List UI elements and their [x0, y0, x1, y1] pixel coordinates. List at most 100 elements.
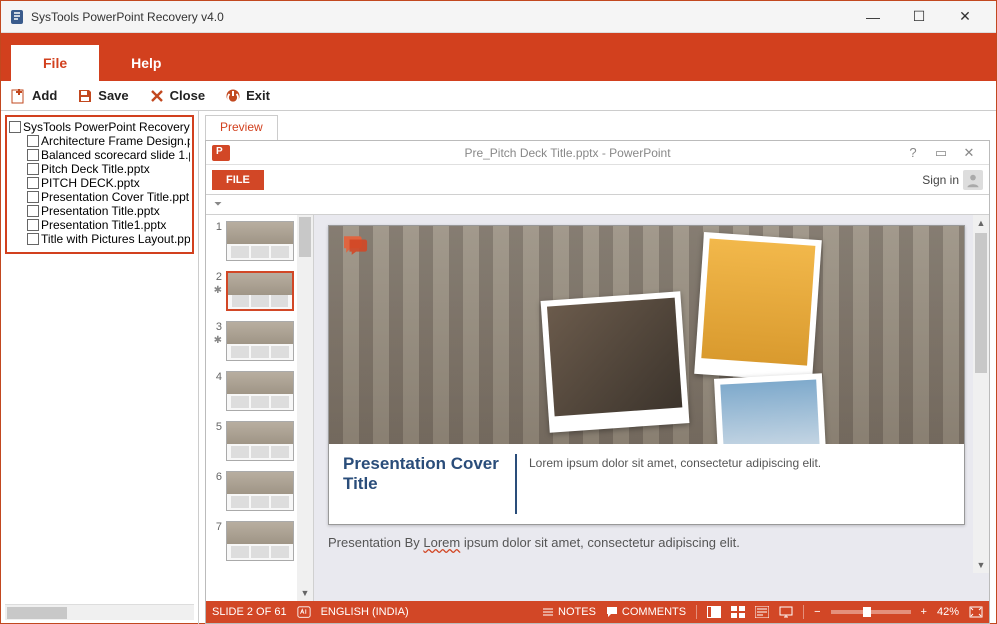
- comment-bubble-icon: [341, 234, 369, 256]
- app-icon: [9, 9, 25, 25]
- close-icon: [149, 88, 165, 104]
- menu-file[interactable]: File: [11, 45, 99, 81]
- pp-status-bar: SLIDE 2 OF 61 ENGLISH (INDIA) NOTES COMM…: [206, 601, 989, 623]
- fit-to-window-icon[interactable]: [969, 606, 983, 618]
- thumbnail-row[interactable]: 5: [210, 421, 309, 461]
- zoom-level[interactable]: 42%: [937, 606, 959, 618]
- checkbox[interactable]: [27, 191, 39, 203]
- thumbnail-slide[interactable]: [226, 371, 294, 411]
- tree-item-label: Architecture Frame Design.p: [41, 134, 190, 148]
- tree-item[interactable]: Pitch Deck Title.pptx: [27, 162, 190, 176]
- maximize-button[interactable]: ☐: [896, 2, 942, 32]
- checkbox[interactable]: [27, 205, 39, 217]
- thumbnail-row[interactable]: 1: [210, 221, 309, 261]
- checkbox[interactable]: [27, 149, 39, 161]
- slideshow-view-icon[interactable]: [779, 606, 793, 618]
- tree-root[interactable]: SysTools PowerPoint Recovery: [9, 120, 190, 134]
- checkbox[interactable]: [9, 121, 21, 133]
- thumbnail-slide[interactable]: [226, 421, 294, 461]
- slide-notes[interactable]: Presentation By Lorem ipsum dolor sit am…: [328, 535, 965, 550]
- toolbar: Add Save Close Exit: [1, 81, 996, 111]
- exit-button[interactable]: Exit: [225, 88, 270, 104]
- save-label: Save: [98, 88, 128, 103]
- powerpoint-icon: [212, 145, 230, 161]
- pp-ribbon: FILE Sign in: [206, 165, 989, 195]
- thumbnail-number: 7: [210, 521, 222, 533]
- preview-tab[interactable]: Preview: [205, 115, 278, 141]
- tree-item[interactable]: Presentation Cover Title.ppt: [27, 190, 190, 204]
- thumbnail-row[interactable]: 4: [210, 371, 309, 411]
- zoom-in-button[interactable]: +: [921, 606, 927, 618]
- comments-button[interactable]: COMMENTS: [606, 606, 686, 618]
- save-icon: [77, 88, 93, 104]
- slide-text-band: Presentation Cover Title Lorem ipsum dol…: [329, 444, 964, 524]
- powerpoint-preview-frame: Pre_Pitch Deck Title.pptx - PowerPoint ?…: [205, 140, 990, 624]
- notes-prefix: Presentation By: [328, 535, 423, 550]
- ribbon-collapse-row[interactable]: ⏷: [206, 195, 989, 215]
- pp-fullscreen-icon[interactable]: ▭: [927, 145, 955, 161]
- close-button[interactable]: Close: [149, 88, 205, 104]
- status-slide-count: SLIDE 2 OF 61: [212, 606, 287, 618]
- thumbnail-number: 6: [210, 471, 222, 483]
- spellcheck-icon[interactable]: [297, 605, 311, 619]
- animation-star-icon: ✱: [214, 285, 222, 296]
- tree-item[interactable]: Presentation Title.pptx: [27, 204, 190, 218]
- thumbnail-slide[interactable]: [226, 271, 294, 311]
- minimize-button[interactable]: —: [850, 2, 896, 32]
- save-button[interactable]: Save: [77, 88, 128, 104]
- tree-horizontal-scrollbar[interactable]: [5, 604, 194, 620]
- add-button[interactable]: Add: [11, 88, 57, 104]
- zoom-slider[interactable]: [831, 610, 911, 614]
- checkbox[interactable]: [27, 177, 39, 189]
- thumbnail-row[interactable]: 7: [210, 521, 309, 561]
- reading-view-icon[interactable]: [755, 606, 769, 618]
- close-window-button[interactable]: ✕: [942, 2, 988, 32]
- avatar-icon: [963, 170, 983, 190]
- stage-scrollbar[interactable]: ▲ ▼: [973, 215, 989, 573]
- notes-button[interactable]: NOTES: [542, 606, 596, 618]
- thumbnail-row[interactable]: 6: [210, 471, 309, 511]
- pp-body: 12✱3✱4567 ▲ ▼: [206, 215, 989, 601]
- zoom-out-button[interactable]: −: [814, 606, 820, 618]
- file-tree-panel: SysTools PowerPoint Recovery Architectur…: [1, 111, 199, 624]
- thumbnail-row[interactable]: 3✱: [210, 321, 309, 361]
- thumbnail-number: 4: [210, 371, 222, 383]
- notes-underlined: Lorem: [423, 535, 460, 550]
- checkbox[interactable]: [27, 135, 39, 147]
- sorter-view-icon[interactable]: [731, 606, 745, 618]
- pp-close-icon[interactable]: ✕: [955, 145, 983, 161]
- scroll-down-icon[interactable]: ▼: [973, 557, 989, 573]
- scroll-up-icon[interactable]: ▲: [973, 215, 989, 231]
- checkbox[interactable]: [27, 163, 39, 175]
- animation-star-icon: ✱: [214, 335, 222, 346]
- pp-file-tab[interactable]: FILE: [212, 170, 264, 190]
- slide-cover-title: Presentation Cover Title: [343, 454, 503, 514]
- checkbox[interactable]: [27, 233, 39, 245]
- tree-item[interactable]: PITCH DECK.pptx: [27, 176, 190, 190]
- tree-root-label: SysTools PowerPoint Recovery: [23, 120, 190, 134]
- tree-item[interactable]: Balanced scorecard slide 1.p: [27, 148, 190, 162]
- tree-item[interactable]: Title with Pictures Layout.pp: [27, 232, 190, 246]
- tree-item[interactable]: Architecture Frame Design.p: [27, 134, 190, 148]
- window-titlebar: SysTools PowerPoint Recovery v4.0 — ☐ ✕: [1, 1, 996, 33]
- preview-tabbar: Preview: [205, 115, 990, 141]
- menu-help[interactable]: Help: [99, 45, 193, 81]
- normal-view-icon[interactable]: [707, 606, 721, 618]
- thumbnail-slide[interactable]: [226, 321, 294, 361]
- checkbox[interactable]: [27, 219, 39, 231]
- status-language[interactable]: ENGLISH (INDIA): [321, 606, 409, 618]
- thumbnail-slide[interactable]: [226, 471, 294, 511]
- signin-label: Sign in: [922, 173, 959, 187]
- menu-bar: File Help: [1, 33, 996, 81]
- close-label: Close: [170, 88, 205, 103]
- pp-help-icon[interactable]: ?: [899, 145, 927, 160]
- thumbnail-scrollbar[interactable]: ▲ ▼: [297, 215, 313, 601]
- pp-signin[interactable]: Sign in: [922, 170, 983, 190]
- thumbnail-slide[interactable]: [226, 221, 294, 261]
- thumbnail-row[interactable]: 2✱: [210, 271, 309, 311]
- tree-item-label: Presentation Title.pptx: [41, 204, 160, 218]
- scroll-down-icon[interactable]: ▼: [297, 585, 313, 601]
- thumbnail-number: 3: [210, 321, 222, 333]
- thumbnail-slide[interactable]: [226, 521, 294, 561]
- tree-item[interactable]: Presentation Title1.pptx: [27, 218, 190, 232]
